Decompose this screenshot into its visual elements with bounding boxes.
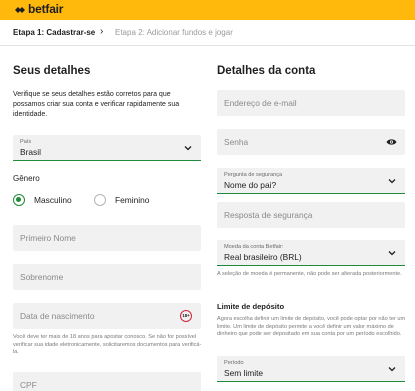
- password-placeholder: Senha: [224, 137, 249, 147]
- deposit-period-label: Período: [224, 360, 244, 366]
- password-input[interactable]: Senha: [217, 129, 405, 155]
- gender-label: Gênero: [13, 174, 40, 183]
- betfair-logo[interactable]: betfair: [14, 3, 63, 16]
- country-label: País: [20, 139, 32, 145]
- dob-note: Você deve ter mais de 18 anos para apost…: [13, 334, 202, 355]
- security-answer-input[interactable]: Resposta de segurança: [217, 202, 405, 228]
- email-placeholder: Endereço de e-mail: [224, 98, 297, 108]
- gender-option-female[interactable]: Feminino: [115, 195, 149, 205]
- country-value: Brasil: [20, 147, 41, 157]
- last-name-placeholder: Sobrenome: [20, 272, 64, 282]
- section-title-your-details: Seus detalhes: [13, 65, 91, 77]
- chevron-down-icon: [388, 367, 396, 372]
- age-18-plus-icon: 18+: [180, 310, 192, 322]
- steps-bar: Etapa 1: Cadastrar-se › Etapa 2: Adicion…: [0, 20, 415, 46]
- first-name-input[interactable]: Primeiro Nome: [13, 225, 201, 251]
- security-answer-placeholder: Resposta de segurança: [224, 210, 313, 220]
- cpf-input[interactable]: CPF: [13, 372, 201, 391]
- deposit-period-select[interactable]: Período Sem limite: [217, 356, 405, 382]
- currency-select[interactable]: Moeda da conta Betfair: Real brasileiro …: [217, 240, 405, 266]
- section-title-account-details: Detalhes da conta: [217, 65, 316, 77]
- step-next: Etapa 2: Adicionar fundos e jogar: [115, 28, 233, 37]
- deposit-limit-text: Agora escolha definir um limite de depós…: [217, 316, 406, 337]
- security-question-value: Nome do pai?: [224, 180, 277, 190]
- currency-value: Real brasileiro (BRL): [224, 252, 302, 262]
- date-of-birth-input[interactable]: Data de nascimento 18+: [13, 303, 201, 329]
- last-name-input[interactable]: Sobrenome: [13, 264, 201, 290]
- security-question-label: Pergunta de segurança: [224, 172, 283, 178]
- eye-icon[interactable]: [386, 138, 397, 146]
- chevron-down-icon: [184, 146, 192, 151]
- email-input[interactable]: Endereço de e-mail: [217, 90, 405, 116]
- gender-radio-female[interactable]: [94, 194, 106, 206]
- step-current: Etapa 1: Cadastrar-se: [13, 28, 96, 37]
- deposit-period-value: Sem limite: [224, 368, 264, 378]
- country-select[interactable]: País Brasil: [13, 135, 201, 161]
- gender-radio-male[interactable]: [13, 194, 25, 206]
- chevron-down-icon: [388, 251, 396, 256]
- intro-text: Verifique se seus detalhes estão correto…: [13, 91, 180, 118]
- date-of-birth-placeholder: Data de nascimento: [20, 311, 95, 321]
- gender-option-male[interactable]: Masculino: [34, 195, 72, 205]
- chevron-down-icon: [388, 179, 396, 184]
- betfair-logo-icon: [14, 4, 26, 16]
- currency-label: Moeda da conta Betfair:: [224, 244, 284, 250]
- security-question-select[interactable]: Pergunta de segurança Nome do pai?: [217, 168, 405, 194]
- deposit-limit-title: Limite de depósito: [217, 302, 285, 311]
- cpf-placeholder: CPF: [20, 380, 37, 390]
- top-bar: betfair: [0, 0, 415, 20]
- chevron-right-icon: ›: [100, 26, 104, 37]
- currency-note: A seleção de moeda é permanente, não pod…: [217, 271, 402, 277]
- first-name-placeholder: Primeiro Nome: [20, 233, 76, 243]
- betfair-logo-text: betfair: [28, 2, 64, 16]
